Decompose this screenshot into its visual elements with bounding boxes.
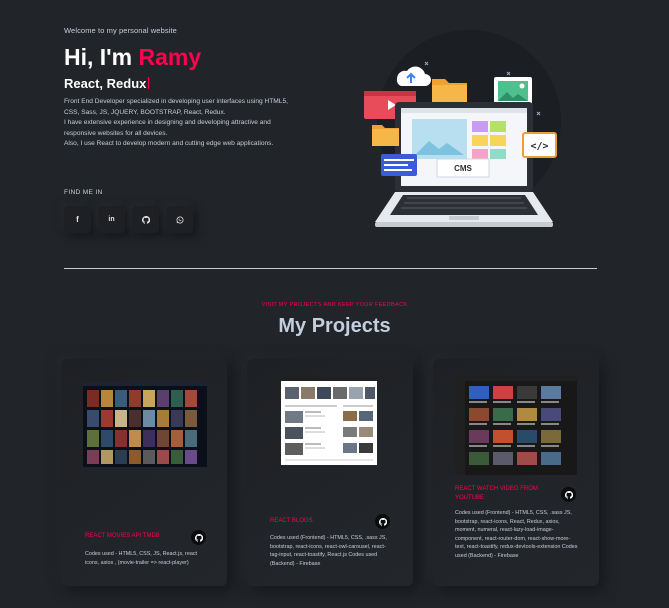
github-icon [194,533,203,542]
bio-line: Also, I use React to develop modern and … [64,140,274,147]
folder-small-icon [372,125,399,146]
bio-line: Front End Developer specialized in devel… [64,98,288,105]
role-typewriter: React, Redux [64,76,354,91]
find-me-heading: FIND ME IN [64,189,103,196]
bio-line: responsive websites for all devices. [64,129,168,137]
github-link-button[interactable] [375,514,390,529]
section-divider [64,268,597,269]
welcome-text: Welcome to my personal website [64,26,177,35]
linkedin-button[interactable]: in [98,206,125,233]
laptop-screen [395,102,533,192]
whatsapp-icon [176,216,183,223]
facebook-button[interactable]: f [64,206,91,233]
typing-cursor [148,77,150,89]
project-description: Codes used - HTML5, CSS, JS, React.js, r… [85,551,198,566]
project-card-movies[interactable]: REACT MOVIES API TMDB Codes used - HTML5… [61,359,227,586]
project-title: REACT WATCH VIDEO FROM YOUTUBE [455,486,538,501]
facebook-icon: f [76,215,79,224]
bio-line: CSS, Sass, JS, JQUERY, BOOTSTRAP, React,… [64,108,226,116]
hero-intro: Welcome to my personal website Hi, I'm R… [64,26,354,150]
github-icon [378,517,387,526]
github-icon [564,490,573,499]
greeting-text: Hi, I'm [64,44,133,70]
code-tag-icon: </> [522,132,557,158]
project-description: Codes used (Frontend) - HTML5, CSS, .sas… [455,510,578,559]
laptop-keyboard [375,192,553,227]
cms-label: CMS [454,164,472,173]
code-window-icon [381,154,417,176]
projects-subtitle: VISIT MY PROJECTS AND KEEP YOUR FEEDBACK [261,302,408,308]
hero-laptop-illustration: CMS </> [357,27,572,233]
social-links: f in [64,206,193,233]
project-thumbnail[interactable] [281,377,377,465]
image-icon [494,77,532,105]
github-button[interactable] [132,206,159,233]
bio-text: Front End Developer specialized in devel… [64,97,349,150]
project-title: REACT MOVIES API TMDB [85,533,160,539]
project-card-blogs[interactable]: REACT BLOGS Codes used (Frontend) - HTML… [247,359,413,586]
bio-line: I have extensive experience in designing… [64,119,271,126]
hero-heading: Hi, I'm Ramy [64,44,354,70]
whatsapp-button[interactable] [166,206,193,233]
svg-text:</>: </> [530,141,548,152]
linkedin-icon: in [108,216,115,223]
project-thumbnail[interactable] [455,376,577,475]
github-link-button[interactable] [191,530,206,545]
project-thumbnail[interactable] [83,382,207,467]
owner-name: Ramy [138,44,202,70]
project-title: REACT BLOGS [270,518,313,524]
role-text: React, Redux [64,76,147,91]
project-description: Codes used (Frontend) - HTML5, CSS, .sas… [270,535,387,567]
project-card-youtube[interactable]: REACT WATCH VIDEO FROM YOUTUBE Codes use… [433,359,599,586]
github-link-button[interactable] [561,487,576,502]
projects-title: My Projects [278,315,391,337]
github-icon [141,215,150,224]
